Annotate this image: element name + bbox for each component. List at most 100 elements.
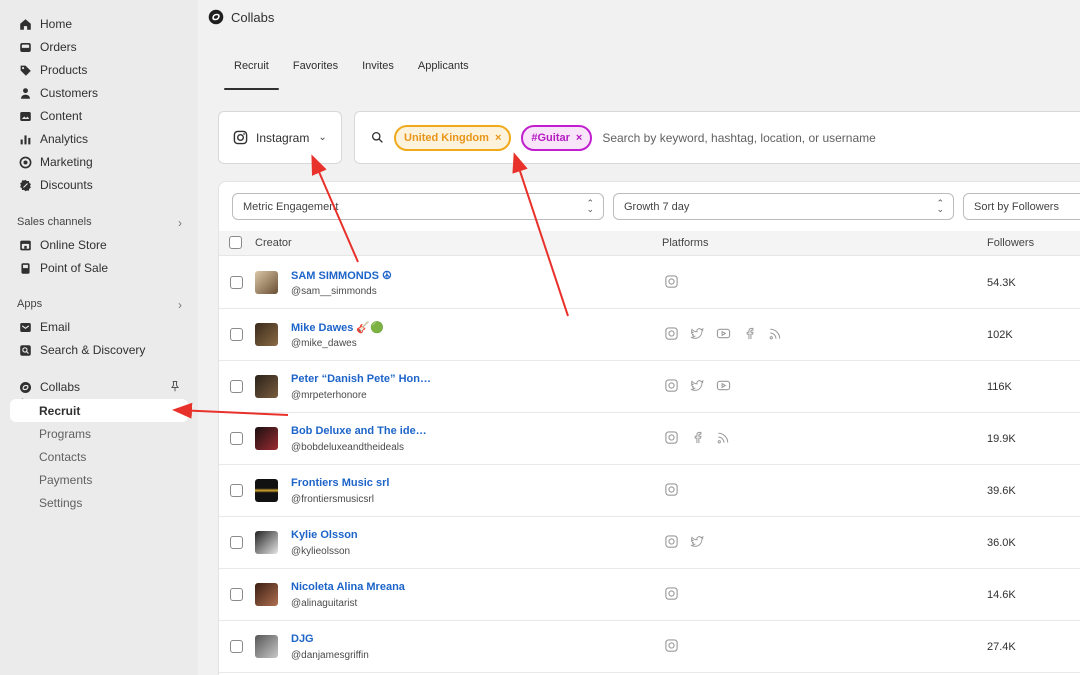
nav-settings[interactable]: Settings xyxy=(39,496,82,510)
tab-favorites[interactable]: Favorites xyxy=(281,60,350,88)
nav-programs[interactable]: Programs xyxy=(39,427,91,441)
nav-home[interactable]: Home xyxy=(10,13,188,35)
nav-discounts-label: Discounts xyxy=(40,178,93,192)
metric-select[interactable]: Metric Engagement ⌃ ⌄ xyxy=(232,193,604,220)
instagram-icon[interactable] xyxy=(664,378,690,393)
column-followers[interactable]: Followers xyxy=(987,237,1034,249)
table-row[interactable]: DJG @danjamesgriffin 27.4K xyxy=(219,621,1080,673)
nav-analytics[interactable]: Analytics xyxy=(10,128,188,150)
sales-channels-section[interactable]: Sales channels › xyxy=(17,216,182,230)
avatar xyxy=(255,583,278,606)
nav-customers[interactable]: Customers xyxy=(10,82,188,104)
row-checkbox[interactable] xyxy=(230,380,243,393)
row-checkbox[interactable] xyxy=(230,276,243,289)
platform-icons xyxy=(664,534,716,549)
row-checkbox[interactable] xyxy=(230,536,243,549)
instagram-icon[interactable] xyxy=(664,430,690,445)
nav-online-store[interactable]: Online Store xyxy=(10,234,188,256)
twitter-icon[interactable] xyxy=(690,534,716,549)
table-row[interactable]: SAM SIMMONDS ☮ @sam__simmonds 54.3K xyxy=(219,257,1080,309)
column-platforms: Platforms xyxy=(662,237,709,249)
nav-discounts[interactable]: Discounts xyxy=(10,174,188,196)
chevron-right-icon: › xyxy=(178,298,182,312)
nav-orders[interactable]: Orders xyxy=(10,36,188,58)
nav-collabs[interactable]: Collabs xyxy=(10,376,188,398)
follower-count: 14.6K xyxy=(987,589,1016,601)
instagram-icon[interactable] xyxy=(664,482,690,497)
table-row[interactable]: Nicoleta Alina Mreana @alinaguitarist 14.6… xyxy=(219,569,1080,621)
filter-chip-country[interactable]: United Kingdom × xyxy=(394,124,512,151)
table-row[interactable]: Bob Deluxe and The ide… @bobdeluxeandthei… xyxy=(219,413,1080,465)
twitter-icon[interactable] xyxy=(690,326,716,341)
creator-name-link[interactable]: Nicoleta Alina Mreana xyxy=(291,581,405,593)
filter-chip-hashtag[interactable]: #Guitar × xyxy=(521,124,593,151)
nav-recruit-label: Recruit xyxy=(39,404,81,418)
table-row[interactable]: Mike Dawes 🎸🟢 @mike_dawes 102K xyxy=(219,309,1080,361)
nav-search-discovery-label: Search & Discovery xyxy=(40,343,146,357)
search-input[interactable]: Search by keyword, hashtag, location, or… xyxy=(602,131,875,145)
row-checkbox[interactable] xyxy=(230,588,243,601)
rss-icon[interactable] xyxy=(716,430,742,445)
select-all-checkbox[interactable] xyxy=(229,236,242,249)
platform-icons xyxy=(664,430,742,445)
table-row[interactable]: Kylie Olsson @kylieolsson 36.0K xyxy=(219,517,1080,569)
close-icon[interactable]: × xyxy=(495,132,501,144)
nav-recruit[interactable]: Recruit xyxy=(10,399,188,422)
nav-marketing-label: Marketing xyxy=(40,155,93,169)
nav-content-label: Content xyxy=(40,109,83,123)
row-checkbox[interactable] xyxy=(230,432,243,445)
growth-select[interactable]: Growth 7 day ⌃ ⌄ xyxy=(613,193,954,220)
creator-name-link[interactable]: Mike Dawes 🎸🟢 xyxy=(291,321,384,334)
pin-icon[interactable] xyxy=(169,380,181,395)
avatar xyxy=(255,635,278,658)
creator-handle: @mrpeterhonore xyxy=(291,390,367,401)
instagram-icon[interactable] xyxy=(664,274,690,289)
table-row[interactable]: Peter “Danish Pete” Hon… @mrpeterhonore 11… xyxy=(219,361,1080,413)
youtube-icon[interactable] xyxy=(716,326,742,341)
tab-recruit[interactable]: Recruit xyxy=(222,60,281,90)
nav-search-discovery[interactable]: Search & Discovery xyxy=(10,339,188,361)
search-bar[interactable]: United Kingdom × #Guitar × Search by key… xyxy=(354,111,1080,164)
nav-point-of-sale[interactable]: Point of Sale xyxy=(10,257,188,279)
instagram-icon[interactable] xyxy=(664,326,690,341)
creator-name-link[interactable]: Kylie Olsson xyxy=(291,529,358,541)
youtube-icon[interactable] xyxy=(716,378,742,393)
sort-select[interactable]: Sort by Followers xyxy=(963,193,1080,220)
creator-name-link[interactable]: DJG xyxy=(291,633,314,645)
avatar xyxy=(255,427,278,450)
tab-applicants[interactable]: Applicants xyxy=(406,60,481,88)
nav-products-label: Products xyxy=(40,63,88,77)
instagram-icon[interactable] xyxy=(664,534,690,549)
instagram-icon[interactable] xyxy=(664,638,690,653)
nav-email[interactable]: Email xyxy=(10,316,188,338)
apps-section[interactable]: Apps › xyxy=(17,298,182,312)
facebook-icon[interactable] xyxy=(742,326,768,341)
close-icon[interactable]: × xyxy=(576,132,582,144)
nav-products[interactable]: Products xyxy=(10,59,188,81)
nav-marketing[interactable]: Marketing xyxy=(10,151,188,173)
instagram-icon xyxy=(233,130,248,145)
facebook-icon[interactable] xyxy=(690,430,716,445)
creator-name-link[interactable]: Frontiers Music srl xyxy=(291,477,389,489)
nav-content[interactable]: Content xyxy=(10,105,188,127)
platform-select[interactable]: Instagram ⌄ xyxy=(218,111,342,164)
nav-payments[interactable]: Payments xyxy=(39,473,92,487)
creator-handle: @kylieolsson xyxy=(291,546,351,557)
rss-icon[interactable] xyxy=(768,326,794,341)
follower-count: 27.4K xyxy=(987,641,1016,653)
nav-contacts[interactable]: Contacts xyxy=(39,450,86,464)
nav-point-of-sale-label: Point of Sale xyxy=(40,261,109,275)
row-checkbox[interactable] xyxy=(230,640,243,653)
creator-name-link[interactable]: Bob Deluxe and The ide… xyxy=(291,425,427,437)
creator-handle: @alinaguitarist xyxy=(291,598,358,609)
creator-name-link[interactable]: Peter “Danish Pete” Hon… xyxy=(291,373,431,385)
table-row[interactable]: Frontiers Music srl @frontiersmusicsrl 39.… xyxy=(219,465,1080,517)
creator-name-link[interactable]: SAM SIMMONDS ☮ xyxy=(291,269,392,282)
twitter-icon[interactable] xyxy=(690,378,716,393)
page-title: Collabs xyxy=(231,9,275,25)
instagram-icon[interactable] xyxy=(664,586,690,601)
row-checkbox[interactable] xyxy=(230,328,243,341)
tab-invites[interactable]: Invites xyxy=(350,60,406,88)
row-checkbox[interactable] xyxy=(230,484,243,497)
growth-select-value: Growth 7 day xyxy=(624,200,690,213)
